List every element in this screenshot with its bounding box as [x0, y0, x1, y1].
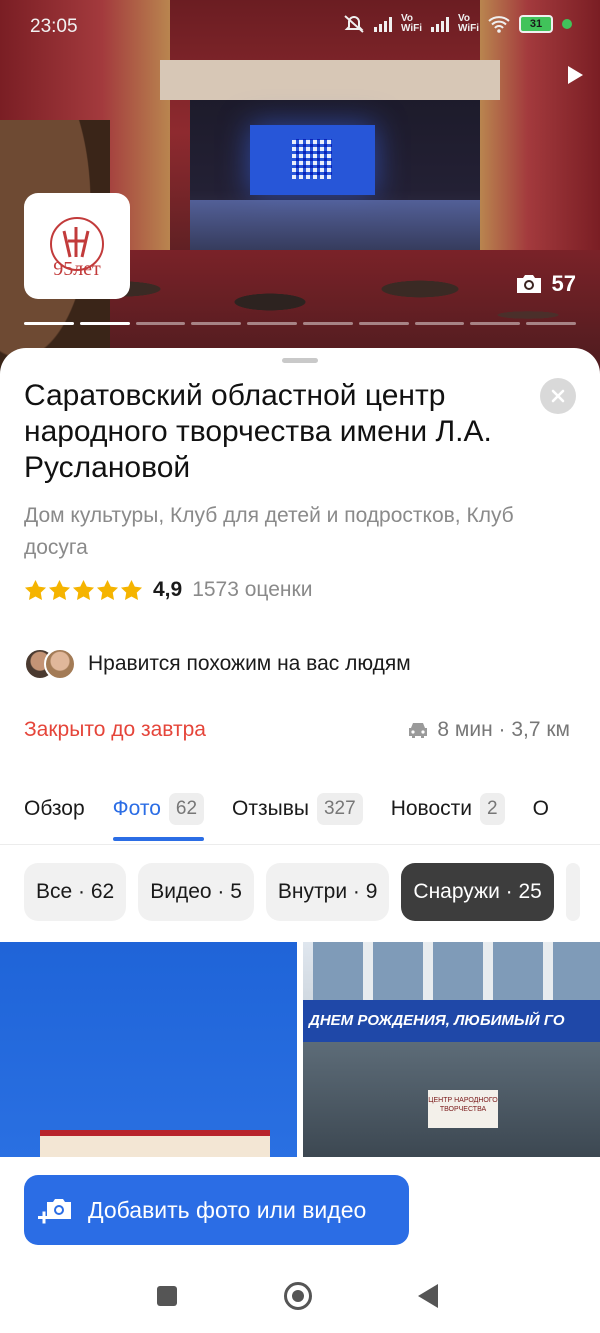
pager-dot	[247, 322, 297, 325]
pager-dot	[79, 322, 130, 325]
tab-photos[interactable]: Фото 62	[112, 789, 205, 841]
pager-dot	[24, 322, 74, 325]
add-photo-icon	[38, 1199, 71, 1224]
tab-news[interactable]: Новости 2	[391, 789, 505, 829]
vowifi-label: Vo WiFi	[457, 13, 479, 34]
sheet-handle[interactable]	[282, 358, 318, 363]
close-button[interactable]	[540, 378, 576, 414]
wifi-icon	[488, 16, 510, 33]
photo-sign: ЦЕНТР НАРОДНОГО ТВОРЧЕСТВА	[428, 1090, 498, 1128]
photo-filter-chips: Все · 62 Видео · 5 Внутри · 9 Снаружи · …	[24, 863, 580, 921]
pager-dot	[135, 322, 186, 325]
recent-apps-button[interactable]	[157, 1286, 177, 1306]
chip-all[interactable]: Все · 62	[24, 863, 127, 921]
photo-count-value: 57	[551, 271, 576, 296]
system-nav-bar	[0, 1257, 600, 1333]
organization-logo[interactable]: 95лет	[24, 193, 130, 299]
vowifi-label: Vo WiFi	[400, 13, 422, 34]
tab-overview[interactable]: Обзор	[24, 789, 85, 829]
mute-icon	[344, 15, 364, 33]
likes-text: Нравится похожим на вас людям	[88, 652, 411, 675]
hero-stage-screen	[250, 125, 375, 195]
camera-icon	[516, 275, 541, 293]
tab-bar: Обзор Фото 62 Отзывы 327 Новости 2 О	[0, 783, 600, 845]
tab-label: Новости	[390, 797, 472, 820]
star-icon	[72, 579, 95, 600]
signal-icon	[430, 16, 449, 32]
back-button[interactable]	[418, 1284, 438, 1308]
pager-dot	[302, 322, 353, 325]
add-photo-label: Добавить фото или видео	[88, 1196, 367, 1223]
tab-label: Фото	[112, 797, 161, 820]
photo-thumbnail[interactable]	[0, 942, 297, 1162]
route-text: 8 мин · 3,7 км	[437, 718, 570, 741]
tab-label: Отзывы	[232, 797, 309, 820]
tab-label: О	[532, 797, 549, 820]
signal-icon	[373, 16, 392, 32]
pager-dot	[191, 322, 242, 325]
star-icon	[120, 579, 143, 600]
avatar	[44, 648, 76, 680]
photo-grid: ДНЕМ РОЖДЕНИЯ, ЛЮБИМЫЙ ГО ЦЕНТР НАРОДНОГ…	[0, 942, 600, 1162]
photo-windows	[313, 942, 600, 1002]
route-info[interactable]: 8 мин · 3,7 км	[407, 718, 570, 742]
tab-badge: 2	[479, 793, 505, 825]
notification-dot-icon	[562, 19, 572, 29]
photo-count[interactable]: 57	[514, 271, 576, 297]
pager-dot	[526, 322, 576, 325]
add-photo-button[interactable]: Добавить фото или видео	[24, 1175, 409, 1245]
working-hours-status[interactable]: Закрыто до завтра	[24, 718, 206, 742]
rating-count: 1573 оценки	[192, 578, 313, 601]
pager-dot	[414, 322, 465, 325]
place-category: Дом культуры, Клуб для детей и подростко…	[24, 504, 514, 559]
pager-dot	[358, 322, 409, 325]
rating-score: 4,9	[153, 578, 183, 601]
chip-outside[interactable]: Снаружи · 25	[401, 863, 554, 921]
chip-inside[interactable]: Внутри · 9	[265, 863, 390, 921]
rating-stars	[24, 579, 143, 601]
star-icon	[48, 579, 71, 600]
tab-badge: 62	[168, 793, 205, 825]
qr-code-icon	[292, 139, 332, 179]
status-time: 23:05	[30, 16, 78, 37]
place-title: Саратовский областной центр народного тв…	[24, 379, 492, 484]
hero-ceiling	[160, 60, 500, 100]
photo-pager	[24, 322, 576, 326]
car-icon	[409, 723, 428, 738]
similar-people-likes[interactable]: Нравится похожим на вас людям	[24, 648, 411, 680]
play-icon[interactable]	[568, 66, 583, 84]
add-media-bar: Добавить фото или видео	[0, 1157, 600, 1257]
tab-badge: 327	[316, 793, 363, 825]
tab-reviews[interactable]: Отзывы 327	[232, 789, 363, 829]
tab-label: Обзор	[24, 797, 85, 820]
battery-icon: 31	[519, 15, 553, 33]
status-icons: Vo WiFi Vo WiFi 31	[343, 14, 572, 34]
star-icon	[96, 579, 119, 600]
tab-about[interactable]: О	[533, 789, 549, 829]
chip-video[interactable]: Видео · 5	[138, 863, 254, 921]
logo-text: 95лет	[53, 258, 101, 280]
rating[interactable]: 4,9 1573 оценки	[24, 578, 312, 602]
chip-more[interactable]	[565, 863, 580, 921]
photo-thumbnail[interactable]: ДНЕМ РОЖДЕНИЯ, ЛЮБИМЫЙ ГО ЦЕНТР НАРОДНОГ…	[303, 942, 600, 1162]
close-icon	[551, 389, 565, 403]
home-button[interactable]	[284, 1282, 312, 1310]
pager-dot	[470, 322, 521, 325]
status-bar: 23:05 Vo WiFi Vo WiFi 31	[0, 0, 600, 56]
photo-banner: ДНЕМ РОЖДЕНИЯ, ЛЮБИМЫЙ ГО	[303, 1000, 600, 1042]
avatar-group	[24, 648, 76, 680]
star-icon	[24, 579, 47, 600]
